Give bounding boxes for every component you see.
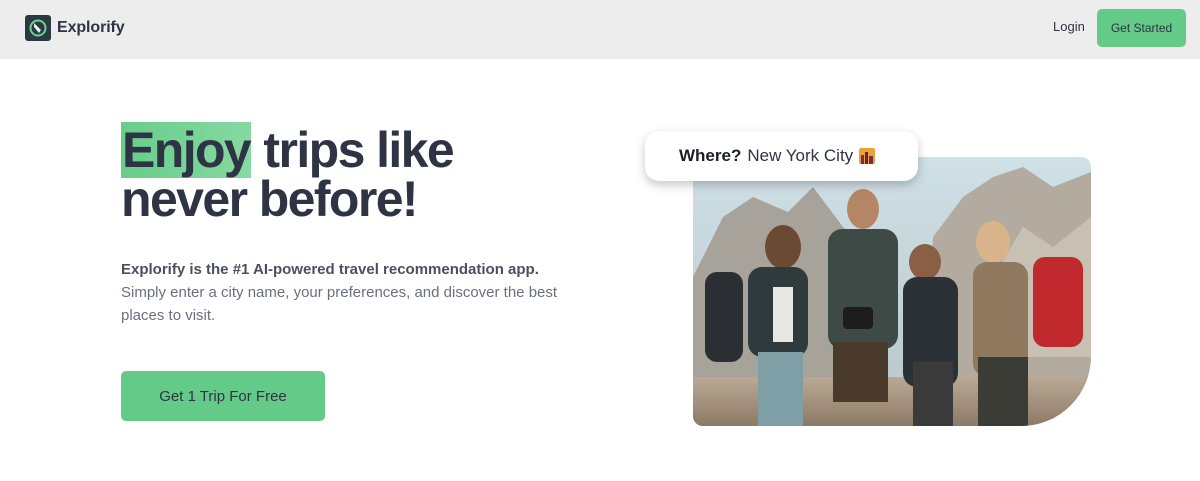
travelers-photo xyxy=(693,157,1091,426)
logo-icon[interactable] xyxy=(25,15,51,41)
headline-rest: trips like xyxy=(251,122,454,178)
destination-chip: Where? New York City xyxy=(645,131,918,181)
hero-headline: Enjoy trips like never before! xyxy=(121,122,455,227)
top-navbar: Explorify Login Get Started xyxy=(0,0,1200,59)
headline-line-2: never before! xyxy=(121,171,419,227)
headline-highlight: Enjoy xyxy=(121,122,252,178)
brand[interactable]: Explorify xyxy=(25,14,125,42)
hero-description: Explorify is the #1 AI-powered travel re… xyxy=(121,258,581,327)
where-label: Where? xyxy=(679,146,742,165)
get-started-button[interactable]: Get Started xyxy=(1097,9,1186,47)
brand-name[interactable]: Explorify xyxy=(57,19,125,37)
login-link[interactable]: Login xyxy=(1053,19,1085,34)
city-value: New York City xyxy=(747,146,854,165)
hero-description-bold: Explorify is the #1 AI-powered travel re… xyxy=(121,261,539,278)
hero-description-text: Simply enter a city name, your preferenc… xyxy=(121,284,558,324)
get-free-trip-button[interactable]: Get 1 Trip For Free xyxy=(121,371,325,421)
cityscape-icon xyxy=(859,148,876,164)
